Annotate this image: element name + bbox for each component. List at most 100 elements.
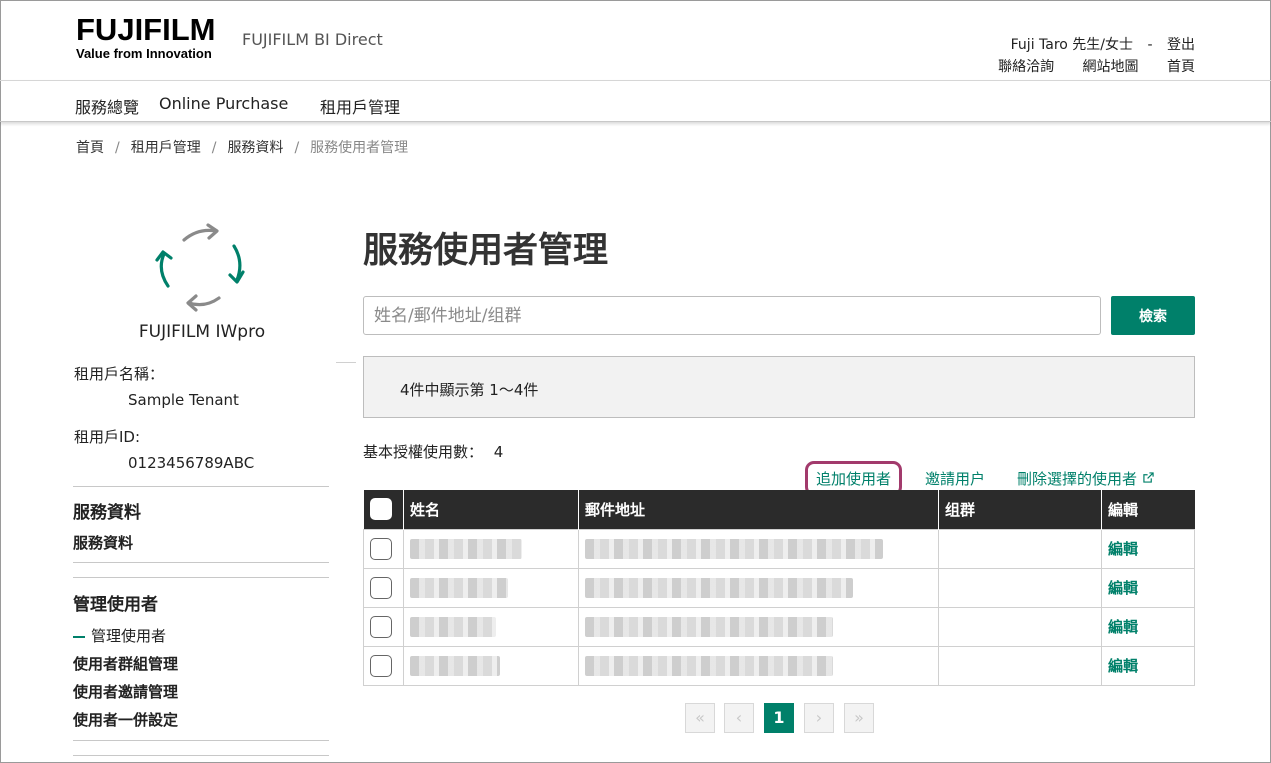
row-select-cell bbox=[363, 567, 404, 608]
row-checkbox[interactable] bbox=[370, 654, 392, 677]
license-count: 4 bbox=[493, 443, 504, 461]
external-link-icon bbox=[1143, 472, 1154, 483]
invite-user-button[interactable]: 邀請用户 bbox=[925, 468, 985, 489]
select-all-checkbox[interactable] bbox=[369, 498, 392, 521]
nav-online-purchase[interactable]: Online Purchase bbox=[159, 94, 288, 113]
users-table: 姓名 郵件地址 组群 編輯 編輯 編輯 編輯 編輯 bbox=[363, 490, 1195, 686]
license-label: 基本授權使用數： bbox=[363, 443, 484, 461]
sidebar-item-user-groups[interactable]: 使用者群組管理 bbox=[73, 653, 178, 674]
email-cell bbox=[578, 606, 939, 647]
row-select-cell bbox=[363, 528, 404, 569]
group-cell bbox=[938, 606, 1102, 647]
sidebar-item-manage-users[interactable]: 管理使用者 bbox=[73, 625, 166, 646]
license-usage: 基本授權使用數： 4 bbox=[363, 441, 503, 462]
home-link[interactable]: 首頁 bbox=[1167, 59, 1195, 75]
tenant-name-value: Sample Tenant bbox=[128, 391, 239, 409]
redacted-email bbox=[585, 616, 833, 637]
breadcrumb-tenant-management[interactable]: 租用戶管理 bbox=[131, 140, 201, 156]
search-input[interactable] bbox=[363, 296, 1101, 335]
tenant-id-label: 租用戶ID: bbox=[74, 428, 141, 446]
group-cell bbox=[938, 645, 1102, 686]
logout-link[interactable]: 登出 bbox=[1167, 37, 1195, 53]
name-cell bbox=[403, 567, 579, 608]
name-cell bbox=[403, 528, 579, 569]
edit-link[interactable]: 編輯 bbox=[1108, 579, 1138, 597]
row-checkbox[interactable] bbox=[370, 615, 392, 638]
name-cell bbox=[403, 645, 579, 686]
sidebar-section-manage-users: 管理使用者 bbox=[73, 595, 158, 615]
product-name: FUJIFILM IWpro bbox=[138, 322, 266, 342]
column-group[interactable]: 组群 bbox=[938, 490, 1102, 529]
page-1-button[interactable]: 1 bbox=[764, 703, 794, 733]
email-cell bbox=[578, 528, 939, 569]
delete-selected-button[interactable]: 刪除選擇的使用者 bbox=[1017, 468, 1154, 489]
contact-link[interactable]: 聯絡洽詢 bbox=[998, 59, 1054, 75]
row-select-cell bbox=[363, 645, 404, 686]
user-name: Fuji Taro 先生/女士 bbox=[1010, 37, 1134, 53]
email-cell bbox=[578, 645, 939, 686]
sidebar-divider bbox=[73, 755, 329, 756]
row-checkbox[interactable] bbox=[370, 537, 392, 560]
sidebar-section-service-data: 服務資料 bbox=[73, 503, 141, 523]
first-page-button[interactable]: « bbox=[685, 703, 715, 733]
search-button[interactable]: 檢索 bbox=[1111, 296, 1195, 335]
active-indicator bbox=[73, 635, 85, 638]
result-count: 4件中顯示第 1～4件 bbox=[400, 381, 539, 399]
group-cell bbox=[938, 528, 1102, 569]
column-edit: 編輯 bbox=[1101, 490, 1195, 529]
logo-tagline: Value from Innovation bbox=[76, 46, 212, 61]
sidebar-divider bbox=[73, 577, 329, 578]
tenant-id-value: 0123456789ABC bbox=[128, 454, 255, 472]
sidebar-item-service-data[interactable]: 服務資料 bbox=[73, 532, 133, 553]
last-page-button[interactable]: » bbox=[844, 703, 874, 733]
prev-page-button[interactable]: ‹ bbox=[724, 703, 754, 733]
edit-cell: 編輯 bbox=[1101, 606, 1195, 647]
breadcrumb-separator: / bbox=[115, 140, 120, 156]
column-email[interactable]: 郵件地址 bbox=[578, 490, 939, 529]
group-cell bbox=[938, 567, 1102, 608]
sitemap-link[interactable]: 網站地圖 bbox=[1083, 59, 1139, 75]
breadcrumb-separator: / bbox=[211, 140, 217, 156]
edit-link[interactable]: 編輯 bbox=[1108, 618, 1138, 636]
redacted-name bbox=[410, 538, 522, 559]
divider bbox=[336, 362, 356, 363]
logo-wordmark: FUJIFILM bbox=[76, 12, 216, 47]
sidebar-item-bulk-settings[interactable]: 使用者一併設定 bbox=[73, 709, 178, 730]
row-select-cell bbox=[363, 606, 404, 647]
email-cell bbox=[578, 567, 939, 608]
breadcrumb-home[interactable]: 首頁 bbox=[76, 140, 104, 156]
result-count-panel: 4件中顯示第 1～4件 bbox=[363, 356, 1195, 418]
redacted-email bbox=[585, 655, 833, 676]
next-page-button[interactable]: › bbox=[804, 703, 834, 733]
name-cell bbox=[403, 606, 579, 647]
sidebar-divider bbox=[73, 562, 329, 563]
redacted-email bbox=[585, 538, 883, 559]
user-area: Fuji Taro 先生/女士 - 登出 聯絡洽詢 網站地圖 首頁 bbox=[974, 34, 1195, 78]
tenant-name-label: 租用戶名稱： bbox=[74, 365, 165, 383]
table-row: 編輯 bbox=[363, 528, 1195, 569]
table-row: 編輯 bbox=[363, 606, 1195, 647]
delete-selected-label: 刪除選擇的使用者 bbox=[1017, 470, 1138, 488]
edit-cell: 編輯 bbox=[1101, 645, 1195, 686]
breadcrumb-service-data[interactable]: 服務資料 bbox=[227, 140, 283, 156]
redacted-name bbox=[410, 655, 500, 676]
user-separator: - bbox=[1147, 37, 1153, 53]
edit-link[interactable]: 編輯 bbox=[1108, 540, 1138, 558]
breadcrumb-current: 服務使用者管理 bbox=[310, 140, 409, 156]
nav-service-overview[interactable]: 服務總覽 bbox=[75, 94, 139, 118]
sidebar-item-user-invitations[interactable]: 使用者邀請管理 bbox=[73, 681, 178, 702]
edit-link[interactable]: 編輯 bbox=[1108, 657, 1138, 675]
fujifilm-logo[interactable]: FUJIFILM Value from Innovation bbox=[76, 12, 216, 61]
edit-cell: 編輯 bbox=[1101, 528, 1195, 569]
page-title: 服務使用者管理 bbox=[363, 231, 609, 271]
redacted-name bbox=[410, 577, 508, 598]
table-row: 編輯 bbox=[363, 567, 1195, 608]
site-name: FUJIFILM BI Direct bbox=[242, 30, 383, 49]
select-all-cell bbox=[363, 490, 404, 529]
breadcrumb-separator: / bbox=[294, 140, 300, 156]
redacted-email bbox=[585, 577, 853, 598]
row-checkbox[interactable] bbox=[370, 576, 392, 599]
column-name[interactable]: 姓名 bbox=[403, 490, 579, 529]
nav-tenant-management[interactable]: 租用戶管理 bbox=[320, 94, 400, 118]
table-header-row: 姓名 郵件地址 组群 編輯 bbox=[363, 490, 1195, 529]
